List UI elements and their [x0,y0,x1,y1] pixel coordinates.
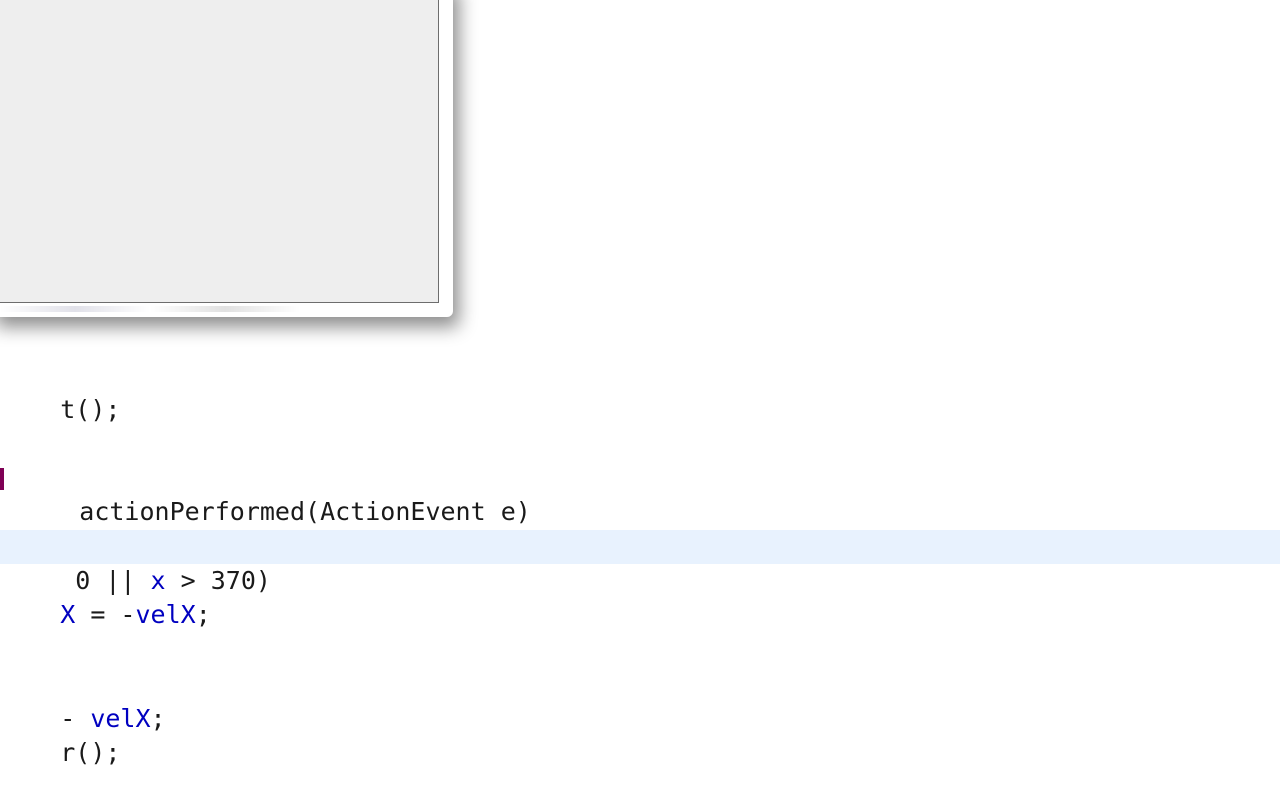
frame-shadow-artifact [0,306,300,312]
code-line-method-signature[interactable]: actionPerformed(ActionEvent e) [4,461,531,526]
frame-content-pane[interactable] [0,0,439,303]
code-token: = - [75,600,136,629]
code-token: ; [150,704,166,733]
code-token: r(); [60,738,121,767]
code-token: actionPerformed(ActionEvent e) [64,497,531,526]
code-line-repaint-2[interactable]: r(); [0,702,120,767]
code-token-field: X [60,600,76,629]
code-line-add-velocity[interactable]: - velX; [0,668,165,733]
code-line-negate-velocity[interactable]: X = -velX; [0,564,211,629]
code-line-repaint[interactable]: t(); [0,359,120,424]
code-line-if-condition[interactable]: 0 || x > 370) [0,530,1280,595]
code-token: t(); [60,395,121,424]
code-token-field: velX [135,600,196,629]
code-token: ; [195,600,211,629]
app-frame-window[interactable] [0,0,453,317]
